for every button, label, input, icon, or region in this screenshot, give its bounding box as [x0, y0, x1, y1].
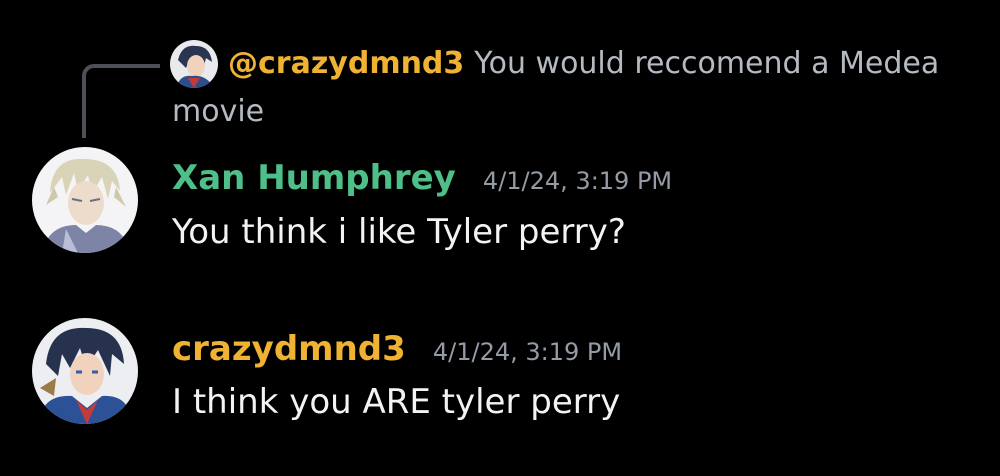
message-text: I think you ARE tyler perry	[172, 382, 621, 422]
avatar-crazydmnd3-icon[interactable]	[32, 318, 138, 424]
username-crazydmnd3[interactable]: crazydmnd3	[172, 329, 406, 369]
message-header: Xan Humphrey 4/1/24, 3:19 PM	[172, 158, 672, 198]
timestamp: 4/1/24, 3:19 PM	[432, 338, 623, 366]
timestamp: 4/1/24, 3:19 PM	[482, 167, 673, 195]
reply-preview[interactable]: @crazydmnd3 You would reccomend a Medea m…	[172, 40, 972, 136]
username-xan-humphrey[interactable]: Xan Humphrey	[172, 158, 456, 198]
message-text: You think i like Tyler perry?	[172, 212, 626, 252]
reply-connector	[82, 64, 160, 138]
reply-mention[interactable]: @crazydmnd3	[228, 46, 464, 81]
avatar-xan-humphrey-icon[interactable]	[32, 147, 138, 253]
message-header: crazydmnd3 4/1/24, 3:19 PM	[172, 329, 622, 369]
